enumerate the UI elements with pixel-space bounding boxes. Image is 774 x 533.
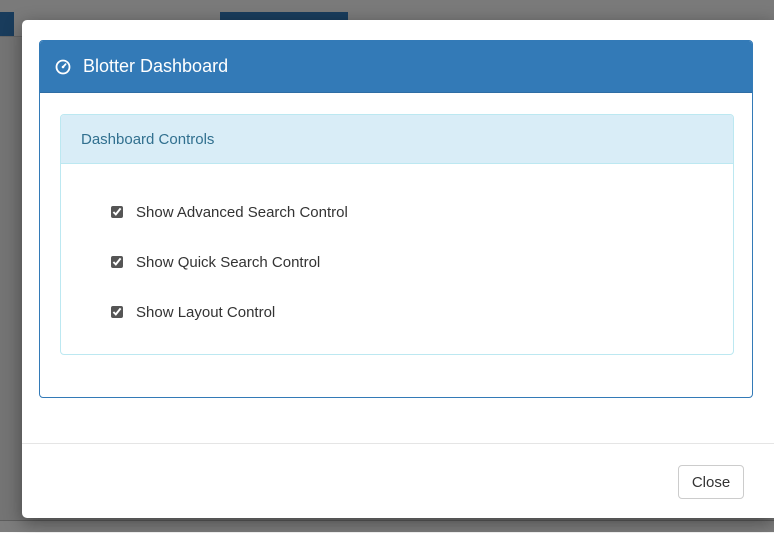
dashboard-controls-heading: Dashboard Controls xyxy=(61,115,733,164)
advanced-search-label: Show Advanced Search Control xyxy=(136,203,348,221)
modal-body: Blotter Dashboard Dashboard Controls Sho… xyxy=(22,20,774,443)
dashboard-icon xyxy=(55,59,71,75)
close-button[interactable]: Close xyxy=(678,465,744,499)
quick-search-label: Show Quick Search Control xyxy=(136,253,321,271)
dashboard-controls-title: Dashboard Controls xyxy=(81,130,215,148)
dashboard-controls-panel: Dashboard Controls Show Advanced Search … xyxy=(60,114,734,355)
layout-control-label: Show Layout Control xyxy=(136,303,276,321)
blotter-dashboard-modal: Blotter Dashboard Dashboard Controls Sho… xyxy=(22,20,774,518)
advanced-search-control-option[interactable]: Show Advanced Search Control xyxy=(111,202,348,222)
quick-search-control-option[interactable]: Show Quick Search Control xyxy=(111,252,320,272)
dashboard-panel-heading: Blotter Dashboard xyxy=(40,41,752,93)
dashboard-panel: Blotter Dashboard Dashboard Controls Sho… xyxy=(39,40,753,398)
layout-control-option[interactable]: Show Layout Control xyxy=(111,302,275,322)
modal-title: Blotter Dashboard xyxy=(83,56,229,76)
modal-footer: Close xyxy=(22,443,774,519)
quick-search-checkbox[interactable] xyxy=(111,256,123,268)
advanced-search-checkbox[interactable] xyxy=(111,206,123,218)
layout-control-checkbox[interactable] xyxy=(111,306,123,318)
